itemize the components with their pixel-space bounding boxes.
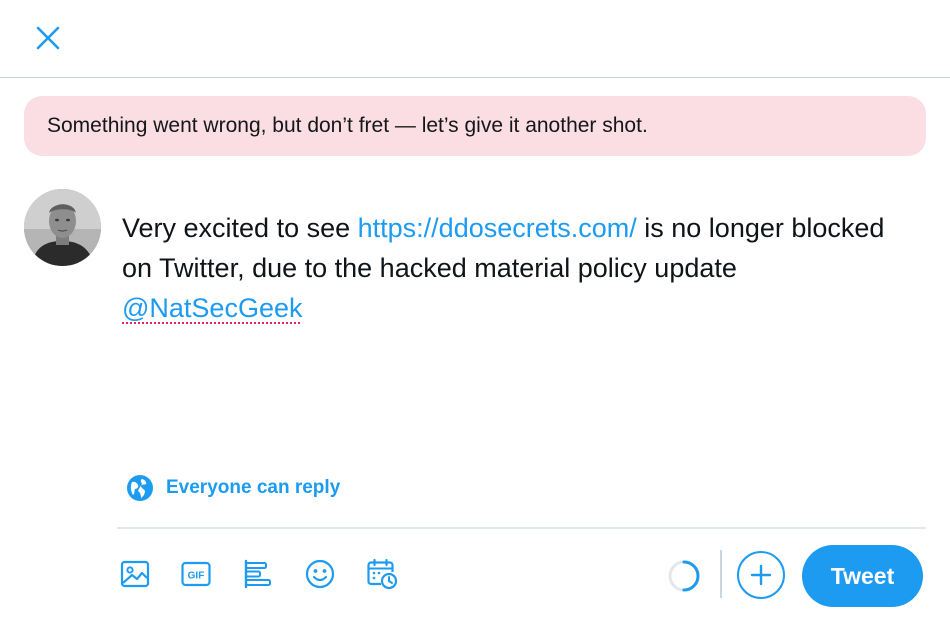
emoji-icon [305,559,335,589]
modal-header [0,0,950,78]
reply-setting-label: Everyone can reply [166,477,341,498]
divider [117,527,926,529]
globe-icon [127,475,153,501]
image-icon [120,560,150,588]
schedule-button[interactable] [364,556,400,592]
close-button[interactable] [30,20,66,56]
emoji-button[interactable] [302,556,338,592]
poll-button[interactable] [240,556,276,592]
error-message: Something went wrong, but don’t fret — l… [47,114,648,137]
tweet-link[interactable]: https://ddosecrets.com/ [358,213,637,243]
tweet-button[interactable]: Tweet [802,545,923,607]
poll-icon [244,559,271,589]
toolbar-separator [720,550,722,598]
character-count-ring [668,560,700,592]
reply-setting-button[interactable]: Everyone can reply [126,472,340,504]
tweet-text-input[interactable]: Very excited to see https://ddosecrets.c… [122,208,912,328]
avatar[interactable] [24,189,101,266]
add-tweet-button[interactable] [737,551,785,599]
close-icon [36,26,60,50]
schedule-icon [367,558,398,590]
plus-icon [750,564,772,586]
gif-icon: GIF [181,561,211,587]
media-button[interactable] [117,556,153,592]
tweet-text-part-1: Very excited to see [122,213,358,243]
avatar-image [24,189,101,266]
gif-icon-text: GIF [188,571,205,582]
gif-button[interactable]: GIF [178,556,214,592]
error-banner: Something went wrong, but don’t fret — l… [24,96,926,156]
tweet-mention[interactable]: @NatSecGeek [122,293,302,323]
